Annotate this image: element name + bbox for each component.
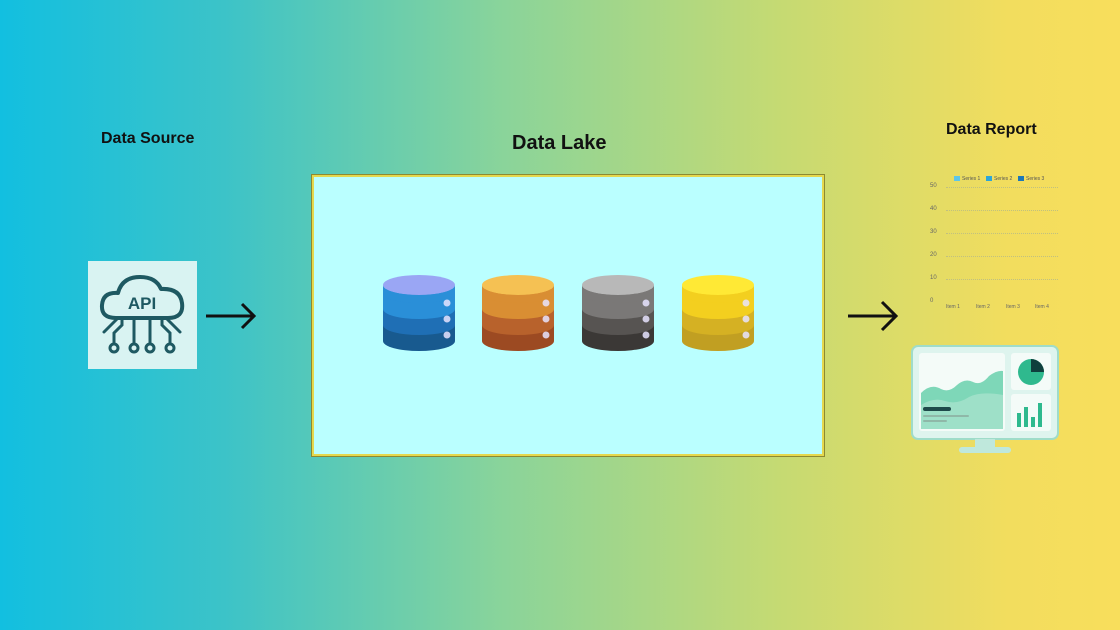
gridline	[946, 187, 1058, 188]
gray-database-icon	[580, 273, 656, 358]
data-lake-panel	[312, 175, 824, 456]
legend-label: Series 1	[962, 176, 981, 182]
legend-swatch	[954, 176, 960, 182]
data-source-title: Data Source	[101, 130, 195, 147]
y-tick-label: 20	[930, 252, 937, 258]
report-bar-chart: Series 1 Series 2 Series 3 50 40 30 20 1…	[926, 174, 1066, 316]
legend-swatch	[986, 176, 992, 182]
gridline	[946, 233, 1058, 234]
arrow-right-icon	[848, 300, 899, 332]
api-icon: API	[88, 261, 197, 369]
legend-label: Series 2	[994, 176, 1013, 182]
y-tick-label: 10	[930, 275, 937, 281]
orange-database-icon	[480, 273, 556, 358]
legend-label: Series 3	[1026, 176, 1045, 182]
x-tick-label: Item 1	[946, 304, 960, 310]
legend-swatch	[1018, 176, 1024, 182]
gridline	[946, 279, 1058, 280]
yellow-database-icon	[680, 273, 756, 358]
data-report-title: Data Report	[946, 121, 1037, 138]
x-tick-label: Item 4	[1035, 304, 1049, 310]
x-tick-label: Item 3	[1006, 304, 1020, 310]
dashboard-monitor-icon	[911, 345, 1059, 453]
gridline	[946, 256, 1058, 257]
legend-series-3: Series 3	[1018, 176, 1044, 182]
data-lake-title: Data Lake	[512, 132, 607, 154]
legend-series-1: Series 1	[954, 176, 980, 182]
blue-database-icon	[381, 273, 457, 358]
y-tick-label: 40	[930, 206, 937, 212]
arrow-right-icon	[206, 302, 257, 330]
gridline	[946, 210, 1058, 211]
x-tick-label: Item 2	[976, 304, 990, 310]
legend-series-2: Series 2	[986, 176, 1012, 182]
y-tick-label: 30	[930, 229, 937, 235]
api-label: API	[128, 294, 156, 313]
y-tick-label: 50	[930, 183, 937, 189]
y-tick-label: 0	[930, 298, 934, 304]
